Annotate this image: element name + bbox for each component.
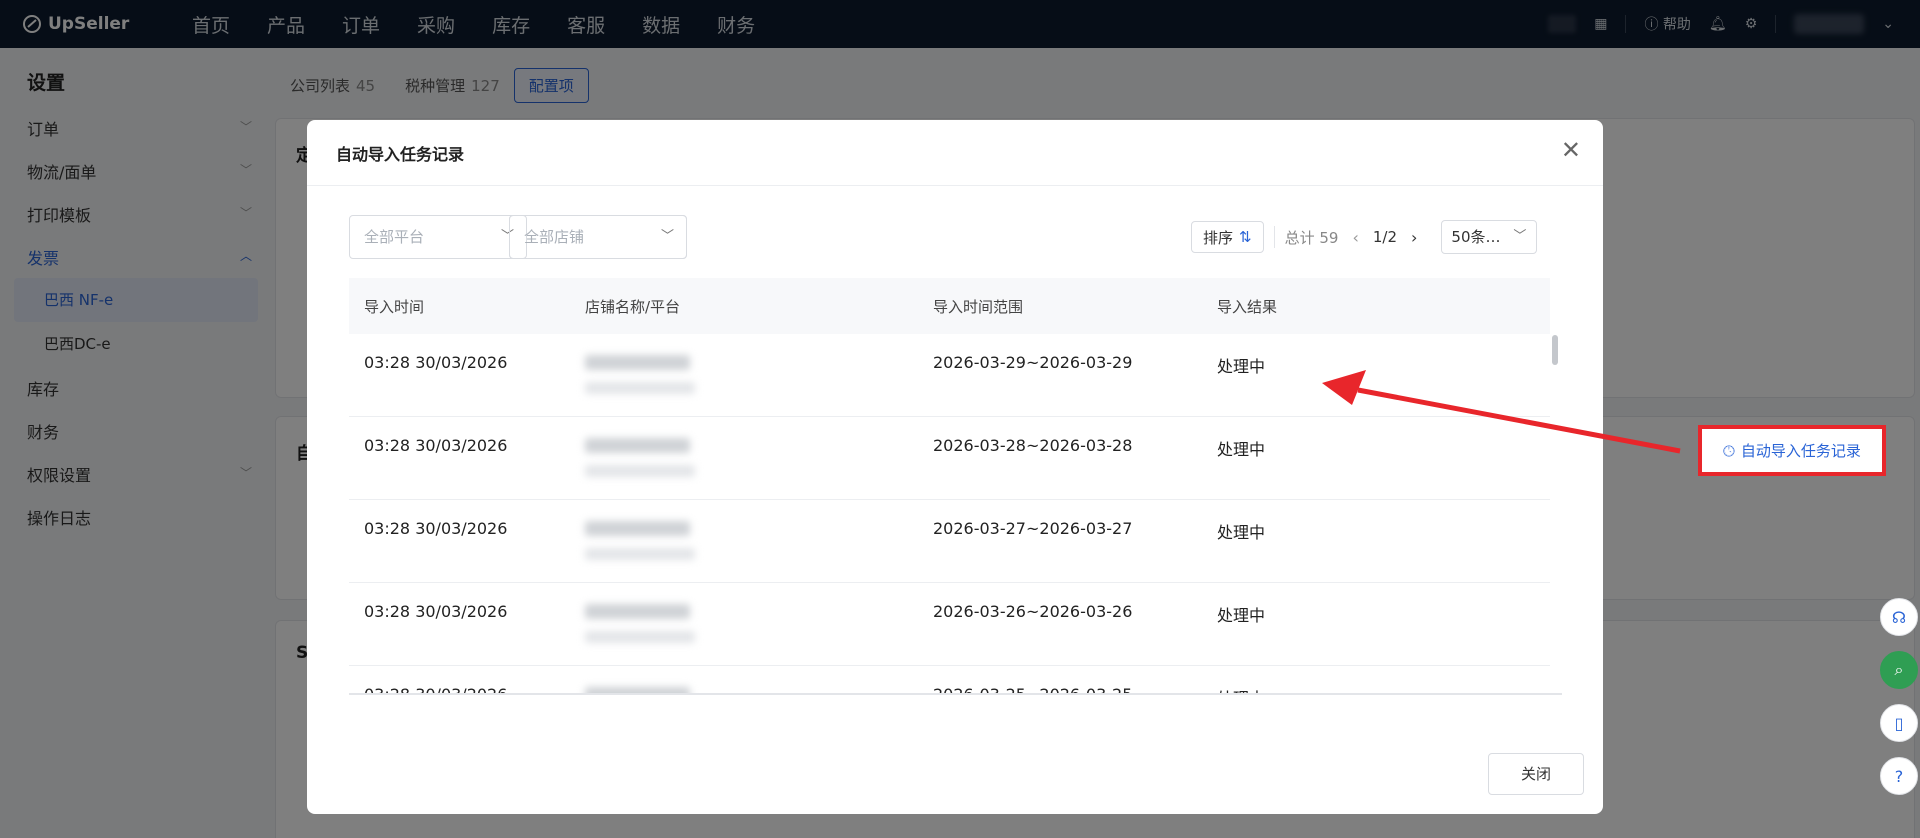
annotation-arrow	[1322, 370, 1681, 454]
